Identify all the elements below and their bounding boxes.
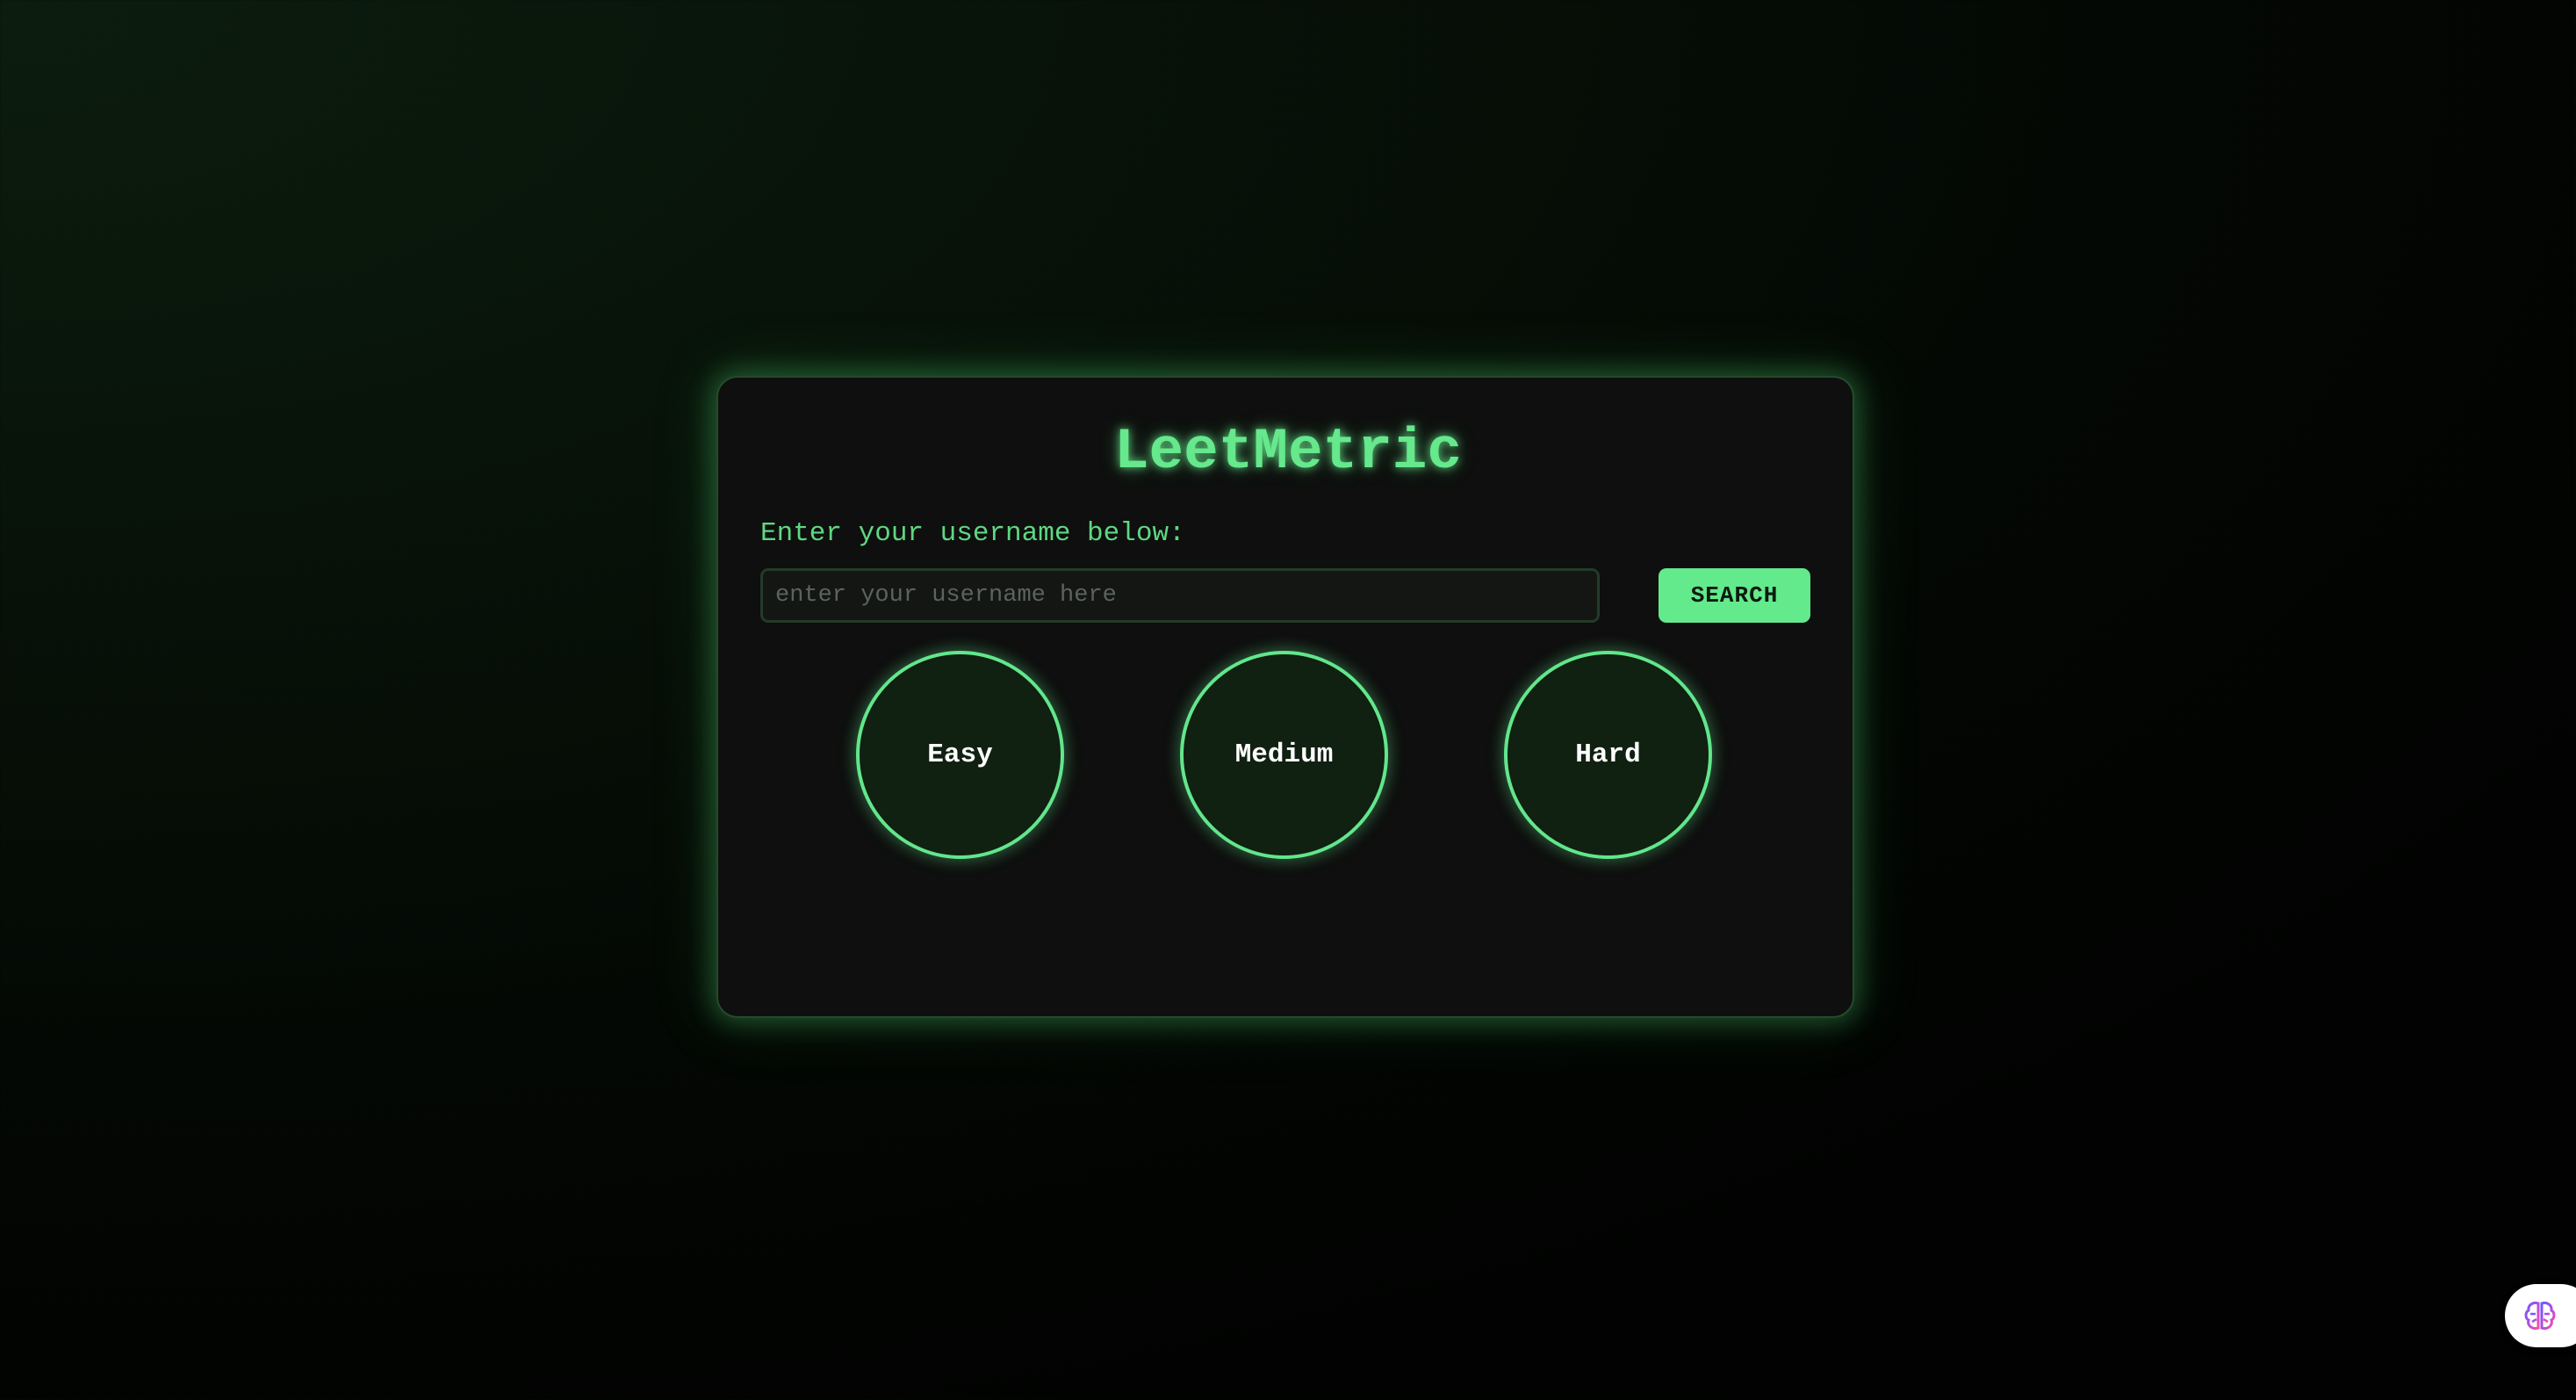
brain-icon [2524,1302,2556,1330]
extension-widget-button[interactable] [2505,1284,2576,1347]
hard-label: Hard [1575,740,1641,770]
username-input[interactable] [760,568,1600,623]
username-prompt-label: Enter your username below: [760,518,1185,549]
app-title: LeetMetric [1113,419,1463,485]
easy-label: Easy [927,740,993,770]
easy-progress-circle: Easy [856,651,1064,859]
hard-progress-circle: Hard [1504,651,1712,859]
search-button[interactable]: SEARCH [1659,568,1810,623]
medium-label: Medium [1234,740,1334,770]
medium-progress-circle: Medium [1180,651,1388,859]
